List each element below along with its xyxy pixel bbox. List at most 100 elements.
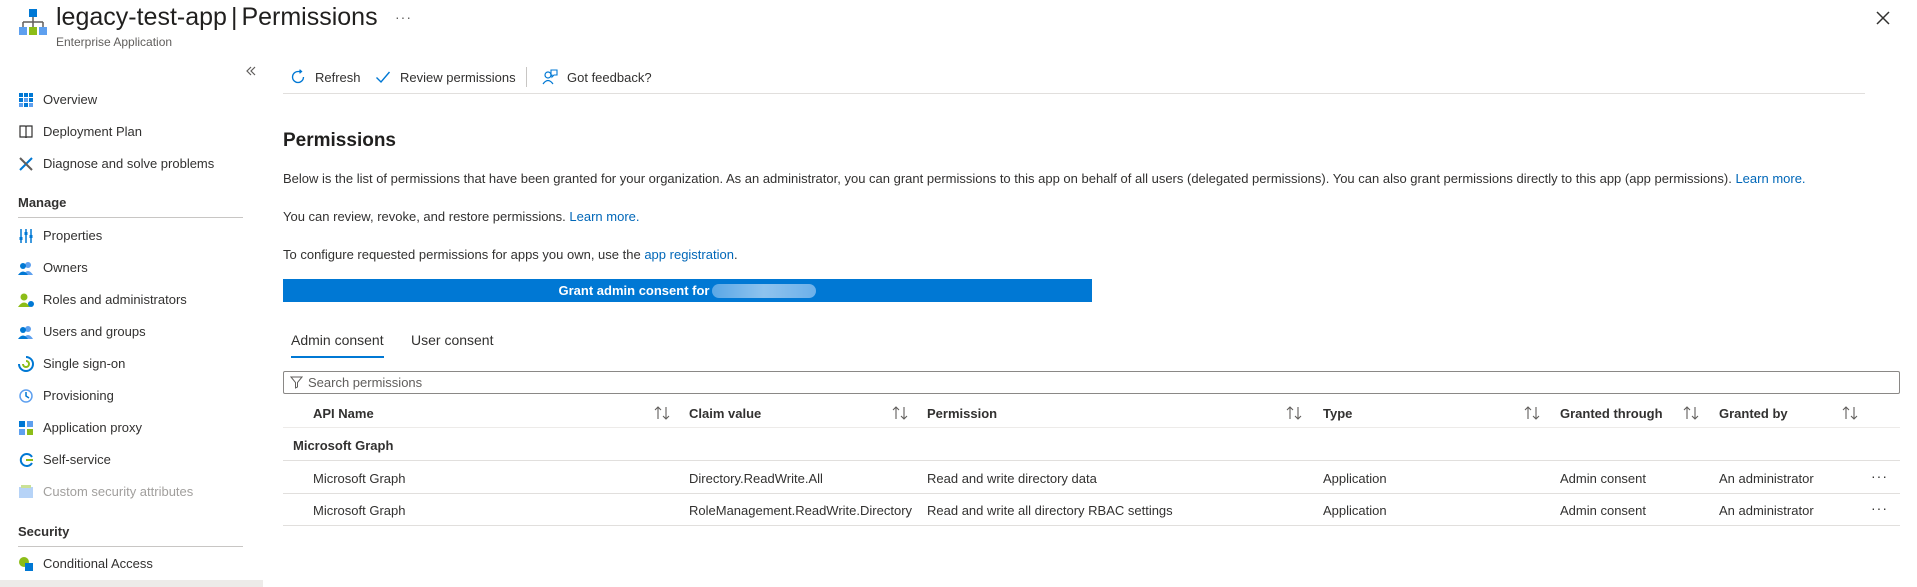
tab-user-consent[interactable]: User consent <box>411 332 493 358</box>
cell-claim-value: Directory.ReadWrite.All <box>689 471 823 486</box>
sidebar: Overview Deployment Plan Diagnose and so… <box>0 56 263 587</box>
toolbar-divider <box>526 67 527 87</box>
cell-api-name: Microsoft Graph <box>313 503 406 518</box>
filter-icon <box>290 376 303 389</box>
sso-icon <box>18 356 34 372</box>
sidebar-item-label: Conditional Access <box>43 556 153 571</box>
sidebar-item-label: Users and groups <box>43 324 146 339</box>
cell-api-name: Microsoft Graph <box>313 471 406 486</box>
column-header-permission: Permission <box>927 405 998 421</box>
refresh-label: Refresh <box>315 69 361 85</box>
cell-permission: Read and write directory data <box>927 471 1097 486</box>
group-label: Microsoft Graph <box>293 438 394 453</box>
sidebar-item-label: Provisioning <box>43 388 114 403</box>
sidebar-item-deployment-plan[interactable]: Deployment Plan <box>0 117 263 147</box>
review-paragraph: You can review, revoke, and restore perm… <box>283 209 640 224</box>
row-more-options-button[interactable]: ··· <box>1871 468 1891 484</box>
collapse-sidebar-icon[interactable] <box>244 64 258 78</box>
column-header-claim-value: Claim value <box>689 405 762 421</box>
sidebar-item-users-and-groups[interactable]: Users and groups <box>0 317 263 347</box>
sidebar-item-roles[interactable]: Roles and administrators <box>0 285 263 315</box>
configure-text: To configure requested permissions for a… <box>283 247 641 262</box>
column-header-api-name: API Name <box>313 405 374 421</box>
sidebar-item-label: Owners <box>43 260 88 275</box>
row-more-options-button[interactable]: ··· <box>1871 500 1891 516</box>
configure-period: . <box>733 247 738 262</box>
sidebar-item-overview[interactable]: Overview <box>0 85 263 115</box>
app-name: legacy-test-app <box>56 3 227 31</box>
owners-icon <box>18 262 33 275</box>
configure-paragraph: To configure requested permissions for a… <box>283 247 738 262</box>
sidebar-item-label: Application proxy <box>43 420 142 435</box>
cell-granted-by: An administrator <box>1719 503 1814 518</box>
page-title: legacy-test-app | Permissions <box>56 3 378 32</box>
section-divider <box>18 217 243 218</box>
sidebar-item-owners[interactable]: Owners <box>0 253 263 283</box>
feedback-button[interactable]: Got feedback? <box>542 64 652 90</box>
sliders-icon <box>19 229 33 243</box>
column-header-granted-by: Granted by <box>1719 405 1788 421</box>
column-header-granted-through: Granted through <box>1560 405 1663 421</box>
sort-icon[interactable] <box>1682 405 1700 421</box>
users-icon <box>18 326 33 339</box>
column-header-type: Type <box>1323 405 1353 421</box>
sidebar-item-conditional-access[interactable]: Conditional Access <box>0 549 263 579</box>
cell-granted-through: Admin consent <box>1560 503 1646 518</box>
sort-icon[interactable] <box>1285 405 1303 421</box>
sidebar-item-custom-security-attributes: Custom security attributes <box>0 477 263 507</box>
sidebar-item-application-proxy[interactable]: Application proxy <box>0 413 263 443</box>
grant-button-label: Grant admin consent for <box>558 283 710 298</box>
checkmark-icon <box>376 71 391 84</box>
roles-icon <box>18 293 34 307</box>
feedback-label: Got feedback? <box>567 69 652 85</box>
sort-icon[interactable] <box>653 405 671 421</box>
cell-granted-through: Admin consent <box>1560 471 1646 486</box>
table-header-row: API Name Claim value Permission Type Gra… <box>283 398 1900 428</box>
table-row[interactable]: Microsoft Graph RoleManagement.ReadWrite… <box>283 494 1900 526</box>
page-subtitle: Enterprise Application <box>56 35 173 49</box>
self-service-icon <box>19 453 33 467</box>
section-divider <box>18 546 243 547</box>
refresh-button[interactable]: Refresh <box>290 64 361 90</box>
sort-icon[interactable] <box>1841 405 1859 421</box>
table-row[interactable]: Microsoft Graph Directory.ReadWrite.All … <box>283 462 1900 494</box>
tab-admin-consent[interactable]: Admin consent <box>291 332 384 358</box>
overview-grid-icon <box>19 93 33 107</box>
sidebar-item-label: Overview <box>43 92 98 107</box>
review-permissions-button[interactable]: Review permissions <box>375 64 516 90</box>
sidebar-item-label: Diagnose and solve problems <box>43 156 215 171</box>
section-heading: Permissions <box>283 130 396 151</box>
sidebar-item-self-service[interactable]: Self-service <box>0 445 263 475</box>
review-permissions-label: Review permissions <box>400 69 516 85</box>
page-name: Permissions <box>241 3 378 31</box>
cell-claim-value: RoleManagement.ReadWrite.Directory <box>689 503 913 518</box>
redacted-tenant-name <box>712 283 817 298</box>
sidebar-item-label: Single sign-on <box>43 356 126 371</box>
sidebar-item-label: Roles and administrators <box>43 292 187 307</box>
grant-admin-consent-button[interactable]: Grant admin consent for <box>283 279 1092 302</box>
close-icon[interactable] <box>1873 8 1893 28</box>
cell-type: Application <box>1323 471 1387 486</box>
sidebar-item-label: Deployment Plan <box>43 124 142 139</box>
learn-more-link[interactable]: Learn more. <box>569 209 639 224</box>
sidebar-item-properties[interactable]: Properties <box>0 221 263 251</box>
sidebar-item-provisioning[interactable]: Provisioning <box>0 381 263 411</box>
more-options-button[interactable]: ··· <box>395 9 412 25</box>
learn-more-link[interactable]: Learn more. <box>1735 171 1805 186</box>
section-header-manage: Manage <box>18 195 67 210</box>
sidebar-item-single-sign-on[interactable]: Single sign-on <box>0 349 263 379</box>
app-registration-link[interactable]: app registration <box>644 247 734 262</box>
book-icon <box>19 125 33 139</box>
cell-type: Application <box>1323 503 1387 518</box>
sort-icon[interactable] <box>891 405 909 421</box>
sidebar-item-label: Self-service <box>43 452 111 467</box>
sort-icon[interactable] <box>1523 405 1541 421</box>
sidebar-item-diagnose[interactable]: Diagnose and solve problems <box>0 149 263 179</box>
sidebar-item-label: Custom security attributes <box>43 484 194 499</box>
cell-permission: Read and write all directory RBAC settin… <box>927 503 1173 518</box>
command-bar: Refresh Review permissions Got feedback? <box>283 62 1865 94</box>
review-text: You can review, revoke, and restore perm… <box>283 209 566 224</box>
search-input[interactable] <box>308 373 1888 392</box>
provisioning-icon <box>19 389 33 403</box>
description-text: Below is the list of permissions that ha… <box>283 171 1732 186</box>
